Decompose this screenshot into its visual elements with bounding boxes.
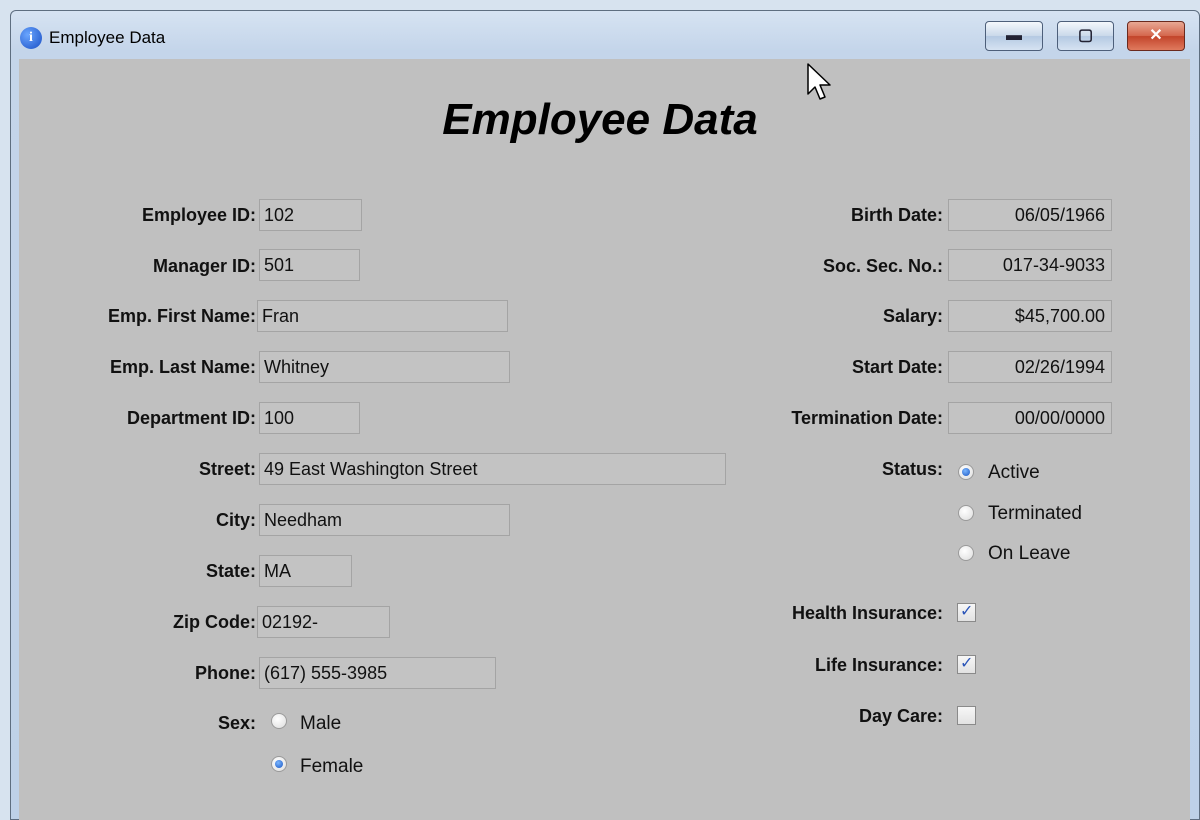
last-name-label: Emp. Last Name: [109, 357, 256, 377]
manager-id-label: Manager ID: [152, 256, 256, 276]
status-active-label[interactable]: Active [988, 462, 1040, 484]
checkmark-icon: ✓ [960, 601, 974, 620]
sex-label: Sex: [217, 713, 256, 733]
state-label: State: [205, 561, 256, 581]
day-care-checkbox[interactable] [957, 706, 976, 725]
sex-male-label[interactable]: Male [300, 713, 341, 735]
maximize-icon: ▢ [1077, 27, 1094, 44]
last-name-field[interactable]: Whitney [259, 351, 510, 383]
termination-date-label: Termination Date: [791, 408, 943, 428]
street-field[interactable]: 49 East Washington Street [259, 453, 726, 485]
zip-code-label: Zip Code: [173, 612, 256, 632]
minimize-button[interactable]: ▬ [985, 21, 1043, 51]
city-label: City: [216, 510, 256, 530]
status-on-leave-radio[interactable] [958, 545, 974, 561]
life-insurance-checkbox[interactable]: ✓ [957, 653, 976, 674]
status-terminated-radio[interactable] [958, 505, 974, 521]
zip-code-field[interactable]: 02192- [257, 606, 390, 638]
employee-id-label: Employee ID: [141, 205, 256, 225]
first-name-field[interactable]: Fran [257, 300, 508, 332]
city-field[interactable]: Needham [259, 504, 510, 536]
maximize-button[interactable]: ▢ [1057, 21, 1114, 51]
manager-id-field[interactable]: 501 [259, 249, 360, 281]
phone-label: Phone: [195, 663, 256, 683]
department-id-label: Department ID: [126, 408, 256, 428]
start-date-label: Start Date: [851, 357, 943, 377]
sex-female-radio[interactable] [271, 756, 287, 772]
minimize-icon: ▬ [1006, 27, 1022, 44]
window-title: Employee Data [49, 28, 166, 47]
birth-date-label: Birth Date: [850, 205, 943, 225]
state-field[interactable]: MA [259, 555, 352, 587]
sex-female-label[interactable]: Female [300, 756, 363, 778]
info-icon: i [20, 27, 42, 49]
status-on-leave-label[interactable]: On Leave [988, 543, 1070, 565]
close-icon: ✕ [1149, 27, 1163, 44]
street-label: Street: [198, 459, 256, 479]
checkmark-icon: ✓ [960, 653, 974, 672]
ssn-label: Soc. Sec. No.: [822, 256, 943, 276]
health-insurance-label: Health Insurance: [791, 603, 943, 623]
start-date-field[interactable]: 02/26/1994 [948, 351, 1112, 383]
department-id-field[interactable]: 100 [259, 402, 360, 434]
day-care-label: Day Care: [858, 706, 943, 726]
phone-field[interactable]: (617) 555-3985 [259, 657, 496, 689]
life-insurance-label: Life Insurance: [814, 655, 943, 675]
salary-label: Salary: [882, 306, 943, 326]
salary-field[interactable]: $45,700.00 [948, 300, 1112, 332]
close-button[interactable]: ✕ [1127, 21, 1185, 51]
status-terminated-label[interactable]: Terminated [988, 503, 1082, 525]
birth-date-field[interactable]: 06/05/1966 [948, 199, 1112, 231]
ssn-field[interactable]: 017-34-9033 [948, 249, 1112, 281]
first-name-label: Emp. First Name: [107, 306, 256, 326]
mouse-cursor-icon [807, 63, 831, 100]
health-insurance-checkbox[interactable]: ✓ [957, 601, 976, 622]
termination-date-field[interactable]: 00/00/0000 [948, 402, 1112, 434]
form-panel [19, 59, 1190, 820]
page-title: Employee Data [442, 95, 758, 144]
sex-male-radio[interactable] [271, 713, 287, 729]
status-label: Status: [881, 459, 943, 479]
employee-id-field[interactable]: 102 [259, 199, 362, 231]
status-active-radio[interactable] [958, 464, 974, 480]
